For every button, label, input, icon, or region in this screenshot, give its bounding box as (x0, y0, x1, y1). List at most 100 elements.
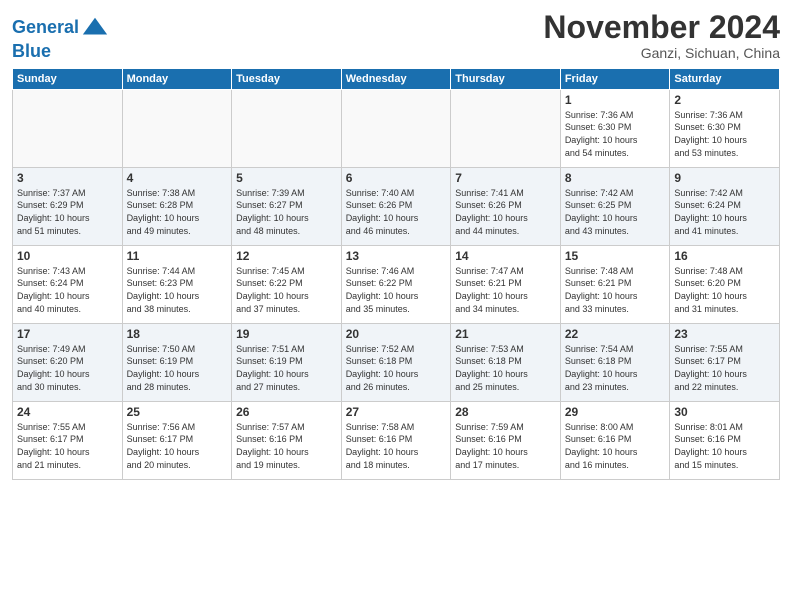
day-cell-2-6: 16 Sunrise: 7:48 AM Sunset: 6:20 PM Dayli… (670, 245, 780, 323)
day-info: Sunrise: 7:36 AM Sunset: 6:30 PM Dayligh… (674, 109, 775, 159)
day-info: Sunrise: 7:51 AM Sunset: 6:19 PM Dayligh… (236, 343, 337, 393)
day-number: 12 (236, 249, 337, 263)
logo: General Blue (12, 14, 109, 62)
header-sunday: Sunday (13, 68, 123, 89)
week-row-2: 3 Sunrise: 7:37 AM Sunset: 6:29 PM Daylig… (13, 167, 780, 245)
day-number: 28 (455, 405, 556, 419)
day-number: 22 (565, 327, 666, 341)
day-cell-1-6: 9 Sunrise: 7:42 AM Sunset: 6:24 PM Daylig… (670, 167, 780, 245)
day-cell-0-4 (451, 89, 561, 167)
day-cell-3-3: 20 Sunrise: 7:52 AM Sunset: 6:18 PM Dayli… (341, 323, 451, 401)
day-cell-2-0: 10Sunrise: 7:43 AM Sunset: 6:24 PM Dayli… (13, 245, 123, 323)
day-cell-0-2 (232, 89, 342, 167)
day-number: 19 (236, 327, 337, 341)
day-info: Sunrise: 7:48 AM Sunset: 6:20 PM Dayligh… (674, 265, 775, 315)
logo-text-blue: Blue (12, 42, 109, 62)
day-info: Sunrise: 7:48 AM Sunset: 6:21 PM Dayligh… (565, 265, 666, 315)
week-row-4: 17 Sunrise: 7:49 AM Sunset: 6:20 PM Dayli… (13, 323, 780, 401)
day-cell-3-6: 23 Sunrise: 7:55 AM Sunset: 6:17 PM Dayli… (670, 323, 780, 401)
day-number: 13 (346, 249, 447, 263)
day-info: Sunrise: 7:58 AM Sunset: 6:16 PM Dayligh… (346, 421, 447, 471)
weekday-header-row: Sunday Monday Tuesday Wednesday Thursday… (13, 68, 780, 89)
day-info: Sunrise: 8:01 AM Sunset: 6:16 PM Dayligh… (674, 421, 775, 471)
day-number: 23 (674, 327, 775, 341)
day-cell-4-5: 29 Sunrise: 8:00 AM Sunset: 6:16 PM Dayli… (560, 401, 670, 479)
main-container: General Blue November 2024 Ganzi, Sichua… (0, 0, 792, 490)
day-number: 5 (236, 171, 337, 185)
day-info: Sunrise: 7:49 AM Sunset: 6:20 PM Dayligh… (17, 343, 118, 393)
day-info: Sunrise: 7:37 AM Sunset: 6:29 PM Dayligh… (17, 187, 118, 237)
day-number: 26 (236, 405, 337, 419)
day-number: 21 (455, 327, 556, 341)
day-info: Sunrise: 7:42 AM Sunset: 6:25 PM Dayligh… (565, 187, 666, 237)
header: General Blue November 2024 Ganzi, Sichua… (12, 10, 780, 62)
day-number: 20 (346, 327, 447, 341)
day-number: 14 (455, 249, 556, 263)
calendar-table: Sunday Monday Tuesday Wednesday Thursday… (12, 68, 780, 480)
day-info: Sunrise: 7:42 AM Sunset: 6:24 PM Dayligh… (674, 187, 775, 237)
day-number: 1 (565, 93, 666, 107)
month-title: November 2024 (543, 10, 780, 45)
day-number: 16 (674, 249, 775, 263)
day-info: Sunrise: 7:55 AM Sunset: 6:17 PM Dayligh… (674, 343, 775, 393)
day-cell-4-4: 28 Sunrise: 7:59 AM Sunset: 6:16 PM Dayli… (451, 401, 561, 479)
day-cell-2-5: 15 Sunrise: 7:48 AM Sunset: 6:21 PM Dayli… (560, 245, 670, 323)
day-info: Sunrise: 7:55 AM Sunset: 6:17 PM Dayligh… (17, 421, 118, 471)
day-number: 25 (127, 405, 228, 419)
title-block: November 2024 Ganzi, Sichuan, China (543, 10, 780, 61)
day-cell-4-0: 24 Sunrise: 7:55 AM Sunset: 6:17 PM Dayli… (13, 401, 123, 479)
header-thursday: Thursday (451, 68, 561, 89)
week-row-1: 1 Sunrise: 7:36 AM Sunset: 6:30 PM Daylig… (13, 89, 780, 167)
day-cell-2-4: 14 Sunrise: 7:47 AM Sunset: 6:21 PM Dayli… (451, 245, 561, 323)
day-info: Sunrise: 7:47 AM Sunset: 6:21 PM Dayligh… (455, 265, 556, 315)
logo-icon (81, 14, 109, 42)
day-cell-4-3: 27 Sunrise: 7:58 AM Sunset: 6:16 PM Dayli… (341, 401, 451, 479)
day-cell-0-0 (13, 89, 123, 167)
header-saturday: Saturday (670, 68, 780, 89)
day-cell-3-4: 21 Sunrise: 7:53 AM Sunset: 6:18 PM Dayli… (451, 323, 561, 401)
day-cell-1-0: 3 Sunrise: 7:37 AM Sunset: 6:29 PM Daylig… (13, 167, 123, 245)
day-info: Sunrise: 7:36 AM Sunset: 6:30 PM Dayligh… (565, 109, 666, 159)
day-cell-1-2: 5 Sunrise: 7:39 AM Sunset: 6:27 PM Daylig… (232, 167, 342, 245)
day-number: 15 (565, 249, 666, 263)
day-info: Sunrise: 7:59 AM Sunset: 6:16 PM Dayligh… (455, 421, 556, 471)
day-number: 9 (674, 171, 775, 185)
day-cell-4-6: 30 Sunrise: 8:01 AM Sunset: 6:16 PM Dayli… (670, 401, 780, 479)
day-number: 10 (17, 249, 118, 263)
day-info: Sunrise: 7:39 AM Sunset: 6:27 PM Dayligh… (236, 187, 337, 237)
day-cell-3-2: 19 Sunrise: 7:51 AM Sunset: 6:19 PM Dayli… (232, 323, 342, 401)
location: Ganzi, Sichuan, China (543, 45, 780, 61)
day-number: 11 (127, 249, 228, 263)
day-cell-0-3 (341, 89, 451, 167)
day-number: 17 (17, 327, 118, 341)
day-cell-3-1: 18Sunrise: 7:50 AM Sunset: 6:19 PM Dayli… (122, 323, 232, 401)
day-cell-1-3: 6Sunrise: 7:40 AM Sunset: 6:26 PM Daylig… (341, 167, 451, 245)
day-info: Sunrise: 7:57 AM Sunset: 6:16 PM Dayligh… (236, 421, 337, 471)
day-number: 6 (346, 171, 447, 185)
day-cell-2-3: 13 Sunrise: 7:46 AM Sunset: 6:22 PM Dayli… (341, 245, 451, 323)
day-info: Sunrise: 7:56 AM Sunset: 6:17 PM Dayligh… (127, 421, 228, 471)
day-number: 27 (346, 405, 447, 419)
week-row-3: 10Sunrise: 7:43 AM Sunset: 6:24 PM Dayli… (13, 245, 780, 323)
day-cell-1-1: 4Sunrise: 7:38 AM Sunset: 6:28 PM Daylig… (122, 167, 232, 245)
day-number: 4 (127, 171, 228, 185)
day-info: Sunrise: 7:53 AM Sunset: 6:18 PM Dayligh… (455, 343, 556, 393)
day-number: 3 (17, 171, 118, 185)
header-monday: Monday (122, 68, 232, 89)
day-info: Sunrise: 7:54 AM Sunset: 6:18 PM Dayligh… (565, 343, 666, 393)
day-number: 29 (565, 405, 666, 419)
day-info: Sunrise: 8:00 AM Sunset: 6:16 PM Dayligh… (565, 421, 666, 471)
day-number: 30 (674, 405, 775, 419)
day-number: 7 (455, 171, 556, 185)
day-cell-4-2: 26 Sunrise: 7:57 AM Sunset: 6:16 PM Dayli… (232, 401, 342, 479)
week-row-5: 24 Sunrise: 7:55 AM Sunset: 6:17 PM Dayli… (13, 401, 780, 479)
day-cell-1-5: 8Sunrise: 7:42 AM Sunset: 6:25 PM Daylig… (560, 167, 670, 245)
day-info: Sunrise: 7:46 AM Sunset: 6:22 PM Dayligh… (346, 265, 447, 315)
header-friday: Friday (560, 68, 670, 89)
day-cell-2-2: 12Sunrise: 7:45 AM Sunset: 6:22 PM Dayli… (232, 245, 342, 323)
day-info: Sunrise: 7:52 AM Sunset: 6:18 PM Dayligh… (346, 343, 447, 393)
logo-text: General (12, 18, 79, 38)
day-cell-0-6: 2Sunrise: 7:36 AM Sunset: 6:30 PM Daylig… (670, 89, 780, 167)
day-cell-3-0: 17 Sunrise: 7:49 AM Sunset: 6:20 PM Dayli… (13, 323, 123, 401)
day-number: 24 (17, 405, 118, 419)
